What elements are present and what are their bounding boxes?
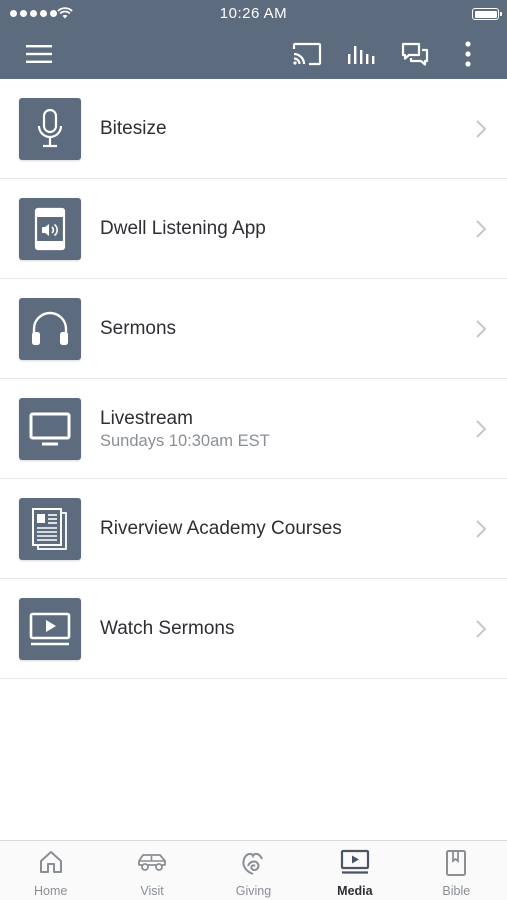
battery-icon xyxy=(472,8,502,20)
tab-giving[interactable]: Giving xyxy=(203,841,304,900)
tab-label: Giving xyxy=(235,884,272,898)
list-item-livestream[interactable]: Livestream Sundays 10:30am EST xyxy=(0,379,507,479)
chevron-right-icon xyxy=(476,420,487,438)
tab-bar: Home Visit Giving Media Bible xyxy=(0,840,507,900)
list-item-title: Sermons xyxy=(100,318,177,339)
chevron-right-icon xyxy=(476,620,487,638)
menu-icon[interactable] xyxy=(21,36,57,72)
microphone-icon xyxy=(19,98,81,160)
video-player-icon xyxy=(19,598,81,660)
list-item-title: Livestream xyxy=(100,408,193,429)
chevron-right-icon xyxy=(476,520,487,538)
tab-label: Visit xyxy=(140,884,164,898)
giving-icon xyxy=(242,852,264,875)
list-item-title: Riverview Academy Courses xyxy=(100,518,342,539)
top-bar: 10:26 AM xyxy=(0,0,507,79)
car-icon xyxy=(138,854,166,871)
tab-media[interactable]: Media xyxy=(304,841,405,900)
tab-label: Home xyxy=(34,884,68,898)
chevron-right-icon xyxy=(476,220,487,238)
list-item-title: Bitesize xyxy=(100,118,167,139)
status-bar: 10:26 AM xyxy=(0,0,507,28)
app-bar xyxy=(0,28,507,79)
media-list: Bitesize Dwell Listening App Sermons Liv… xyxy=(0,79,507,679)
list-item-title: Dwell Listening App xyxy=(100,218,266,239)
screen: 10:26 AM Bitesize Dwell Listening App Se… xyxy=(0,0,507,900)
cast-icon[interactable] xyxy=(289,36,325,72)
list-item-bitesize[interactable]: Bitesize xyxy=(0,79,507,179)
tab-visit[interactable]: Visit xyxy=(101,841,202,900)
headphones-icon xyxy=(19,298,81,360)
media-icon xyxy=(340,849,369,874)
list-item-sermons[interactable]: Sermons xyxy=(0,279,507,379)
tab-home[interactable]: Home xyxy=(0,841,101,900)
chat-icon[interactable] xyxy=(397,36,433,72)
list-item-dwell-listening-app[interactable]: Dwell Listening App xyxy=(0,179,507,279)
chevron-right-icon xyxy=(476,120,487,138)
tab-bible[interactable]: Bible xyxy=(406,841,507,900)
home-icon xyxy=(39,851,62,873)
list-item-riverview-academy-courses[interactable]: Riverview Academy Courses xyxy=(0,479,507,579)
audio-book-icon xyxy=(19,198,81,260)
audio-bars-icon[interactable] xyxy=(343,36,379,72)
list-item-watch-sermons[interactable]: Watch Sermons xyxy=(0,579,507,679)
monitor-icon xyxy=(19,398,81,460)
status-time: 10:26 AM xyxy=(219,5,288,22)
list-item-title: Watch Sermons xyxy=(100,618,235,639)
chevron-right-icon xyxy=(476,320,487,338)
newspaper-icon xyxy=(19,498,81,560)
list-item-subtitle: Sundays 10:30am EST xyxy=(100,432,270,450)
tab-label: Media xyxy=(337,884,373,898)
tab-label: Bible xyxy=(442,884,471,898)
bible-icon xyxy=(446,850,467,876)
more-vertical-icon[interactable] xyxy=(450,36,486,72)
